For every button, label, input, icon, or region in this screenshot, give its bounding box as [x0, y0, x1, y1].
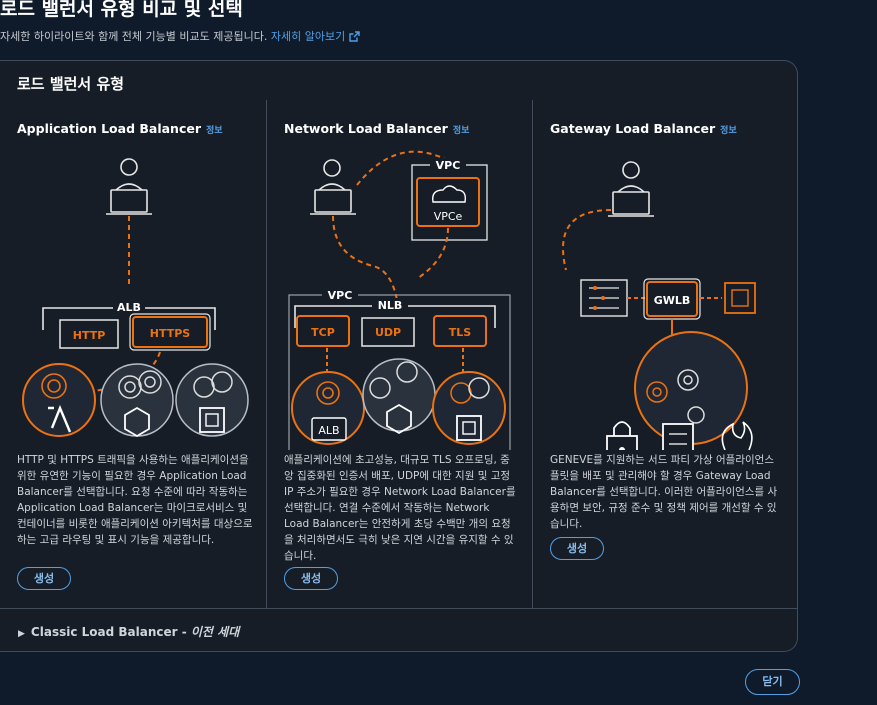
- external-link-icon: [349, 31, 360, 45]
- chip-icon: [724, 282, 756, 314]
- tls-label: TLS: [449, 326, 472, 339]
- gwlb-description: GENEVE를 지원하는 서드 파티 가상 어플라이언스 플릿을 배포 및 관리…: [550, 454, 778, 530]
- container-target-icon: [100, 363, 174, 438]
- nlb-info-link[interactable]: 정보: [453, 126, 470, 136]
- nlb-alb-label: ALB: [318, 424, 339, 437]
- alb-card: Application Load Balancer 정보 ALB HTTP HTT…: [0, 100, 266, 608]
- https-label: HTTPS: [150, 327, 191, 340]
- nlb-label: NLB: [378, 299, 403, 312]
- user-laptop-icon: [310, 159, 356, 215]
- nlb-create-button[interactable]: 생성: [284, 567, 338, 590]
- alb-info-link[interactable]: 정보: [206, 126, 223, 136]
- vpce-label: VPCe: [434, 210, 463, 223]
- vpc-label: VPC: [328, 289, 353, 302]
- gwlb-label: GWLB: [654, 294, 691, 307]
- alb-target-icon: ALB: [291, 371, 365, 445]
- tcp-label: TCP: [311, 326, 335, 339]
- page-subtitle: 자세한 하이라이트와 함께 전체 기능별 비교도 제공됩니다. 자세히 알아보기: [0, 28, 360, 45]
- gwlb-card: Gateway Load Balancer 정보 GWLB GENEVE를 지원…: [533, 100, 798, 608]
- page-title: 로드 밸런서 유형 비교 및 선택: [0, 0, 243, 20]
- alb-title: Application Load Balancer 정보: [17, 121, 223, 136]
- subtitle-text: 자세한 하이라이트와 함께 전체 기능별 비교도 제공됩니다.: [0, 30, 268, 43]
- nlb-card: Network Load Balancer 정보 VPC VPCe VPC NLB: [267, 100, 532, 608]
- caret-right-icon: ▶: [18, 629, 25, 639]
- instance-target-icon: [432, 371, 506, 445]
- lock-icon: [606, 421, 638, 450]
- alb-description: HTTP 및 HTTPS 트래픽을 사용하는 애플리케이션을 위한 유연한 기능…: [17, 454, 253, 546]
- nlb-title: Network Load Balancer 정보: [284, 121, 470, 136]
- lambda-target-icon: [22, 363, 96, 437]
- alb-label: ALB: [117, 301, 141, 314]
- nlb-diagram: VPC VPCe VPC NLB TCP UDP TLS ALB: [288, 150, 511, 450]
- gwlb-create-button[interactable]: 생성: [550, 537, 604, 560]
- udp-label: UDP: [375, 326, 401, 339]
- learn-more-link[interactable]: 자세히 알아보기: [271, 30, 360, 43]
- classic-load-balancer-toggle[interactable]: ▶ Classic Load Balancer - 이전 세대: [18, 623, 239, 640]
- gwlb-diagram: GWLB: [562, 161, 756, 450]
- gwlb-title: Gateway Load Balancer 정보: [550, 121, 737, 136]
- panel-title: 로드 밸런서 유형: [17, 75, 125, 93]
- nlb-description: 애플리케이션에 초고성능, 대규모 TLS 오프로딩, 중앙 집중화된 인증서 …: [284, 454, 516, 562]
- gwlb-info-link[interactable]: 정보: [720, 126, 737, 136]
- user-laptop-icon: [106, 158, 152, 215]
- container-target-icon: [362, 358, 436, 435]
- alb-diagram: ALB HTTP HTTPS: [22, 158, 249, 438]
- checklist-icon: [662, 423, 694, 450]
- http-label: HTTP: [73, 329, 106, 342]
- alb-create-button[interactable]: 생성: [17, 567, 71, 590]
- user-laptop-icon: [608, 161, 654, 217]
- appliance-list-icon: [580, 279, 628, 317]
- load-balancer-types-panel: 로드 밸런서 유형 Application Load Balancer 정보 AL…: [0, 60, 798, 652]
- close-button[interactable]: 닫기: [745, 669, 800, 695]
- instance-target-icon: [175, 363, 249, 437]
- vpc-top-label: VPC: [436, 159, 461, 172]
